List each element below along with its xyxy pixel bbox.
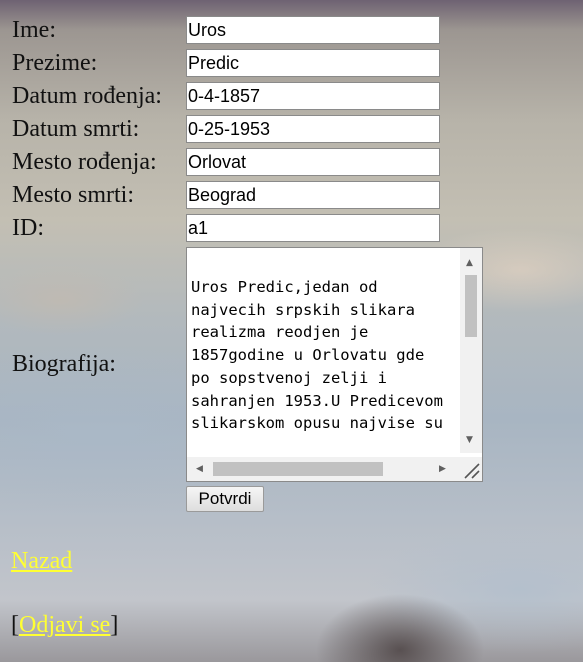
scroll-right-icon[interactable]: ▶ xyxy=(439,464,446,474)
birth-date-input[interactable] xyxy=(186,82,440,110)
back-link[interactable]: Nazad xyxy=(11,548,72,574)
scroll-up-icon[interactable]: ▲ xyxy=(466,258,473,268)
biography-label: Biografija: xyxy=(12,351,116,377)
biography-text: Uros Predic,jedan od najvecih srpskih sl… xyxy=(191,278,453,433)
birth-place-input[interactable] xyxy=(186,148,440,176)
death-place-input[interactable] xyxy=(186,181,440,209)
submit-button[interactable]: Potvrdi xyxy=(186,486,264,512)
death-place-label: Mesto smrti: xyxy=(12,182,135,208)
vertical-scrollbar[interactable]: ▲ ▼ xyxy=(460,248,482,453)
first-name-input[interactable] xyxy=(186,16,440,44)
vertical-scroll-thumb[interactable] xyxy=(465,275,477,337)
logout-bracket-close: ] xyxy=(110,612,119,638)
death-date-label: Datum smrti: xyxy=(12,116,140,142)
back-nav: Nazad xyxy=(11,547,72,575)
death-date-input[interactable] xyxy=(186,115,440,143)
id-input[interactable] xyxy=(186,214,440,242)
birth-place-label: Mesto rođenja: xyxy=(12,149,157,175)
birth-date-label: Datum rođenja: xyxy=(12,83,162,109)
last-name-label: Prezime: xyxy=(12,50,98,76)
horizontal-scrollbar[interactable]: ◀ ▶ xyxy=(187,457,460,481)
logout-link[interactable]: Odjavi se xyxy=(19,612,110,638)
resize-grip-icon xyxy=(464,463,480,479)
logout-bracket-open: [ xyxy=(11,612,19,638)
id-label: ID: xyxy=(12,215,44,241)
scroll-down-icon[interactable]: ▼ xyxy=(466,435,473,445)
biography-textarea[interactable]: Uros Predic,jedan od najvecih srpskih sl… xyxy=(186,247,483,482)
first-name-label: Ime: xyxy=(12,17,56,43)
resize-handle[interactable] xyxy=(460,457,482,481)
last-name-input[interactable] xyxy=(186,49,440,77)
scroll-left-icon[interactable]: ◀ xyxy=(196,464,203,474)
horizontal-scroll-thumb[interactable] xyxy=(213,462,383,476)
logout-nav: [Odjavi se] xyxy=(11,611,118,639)
